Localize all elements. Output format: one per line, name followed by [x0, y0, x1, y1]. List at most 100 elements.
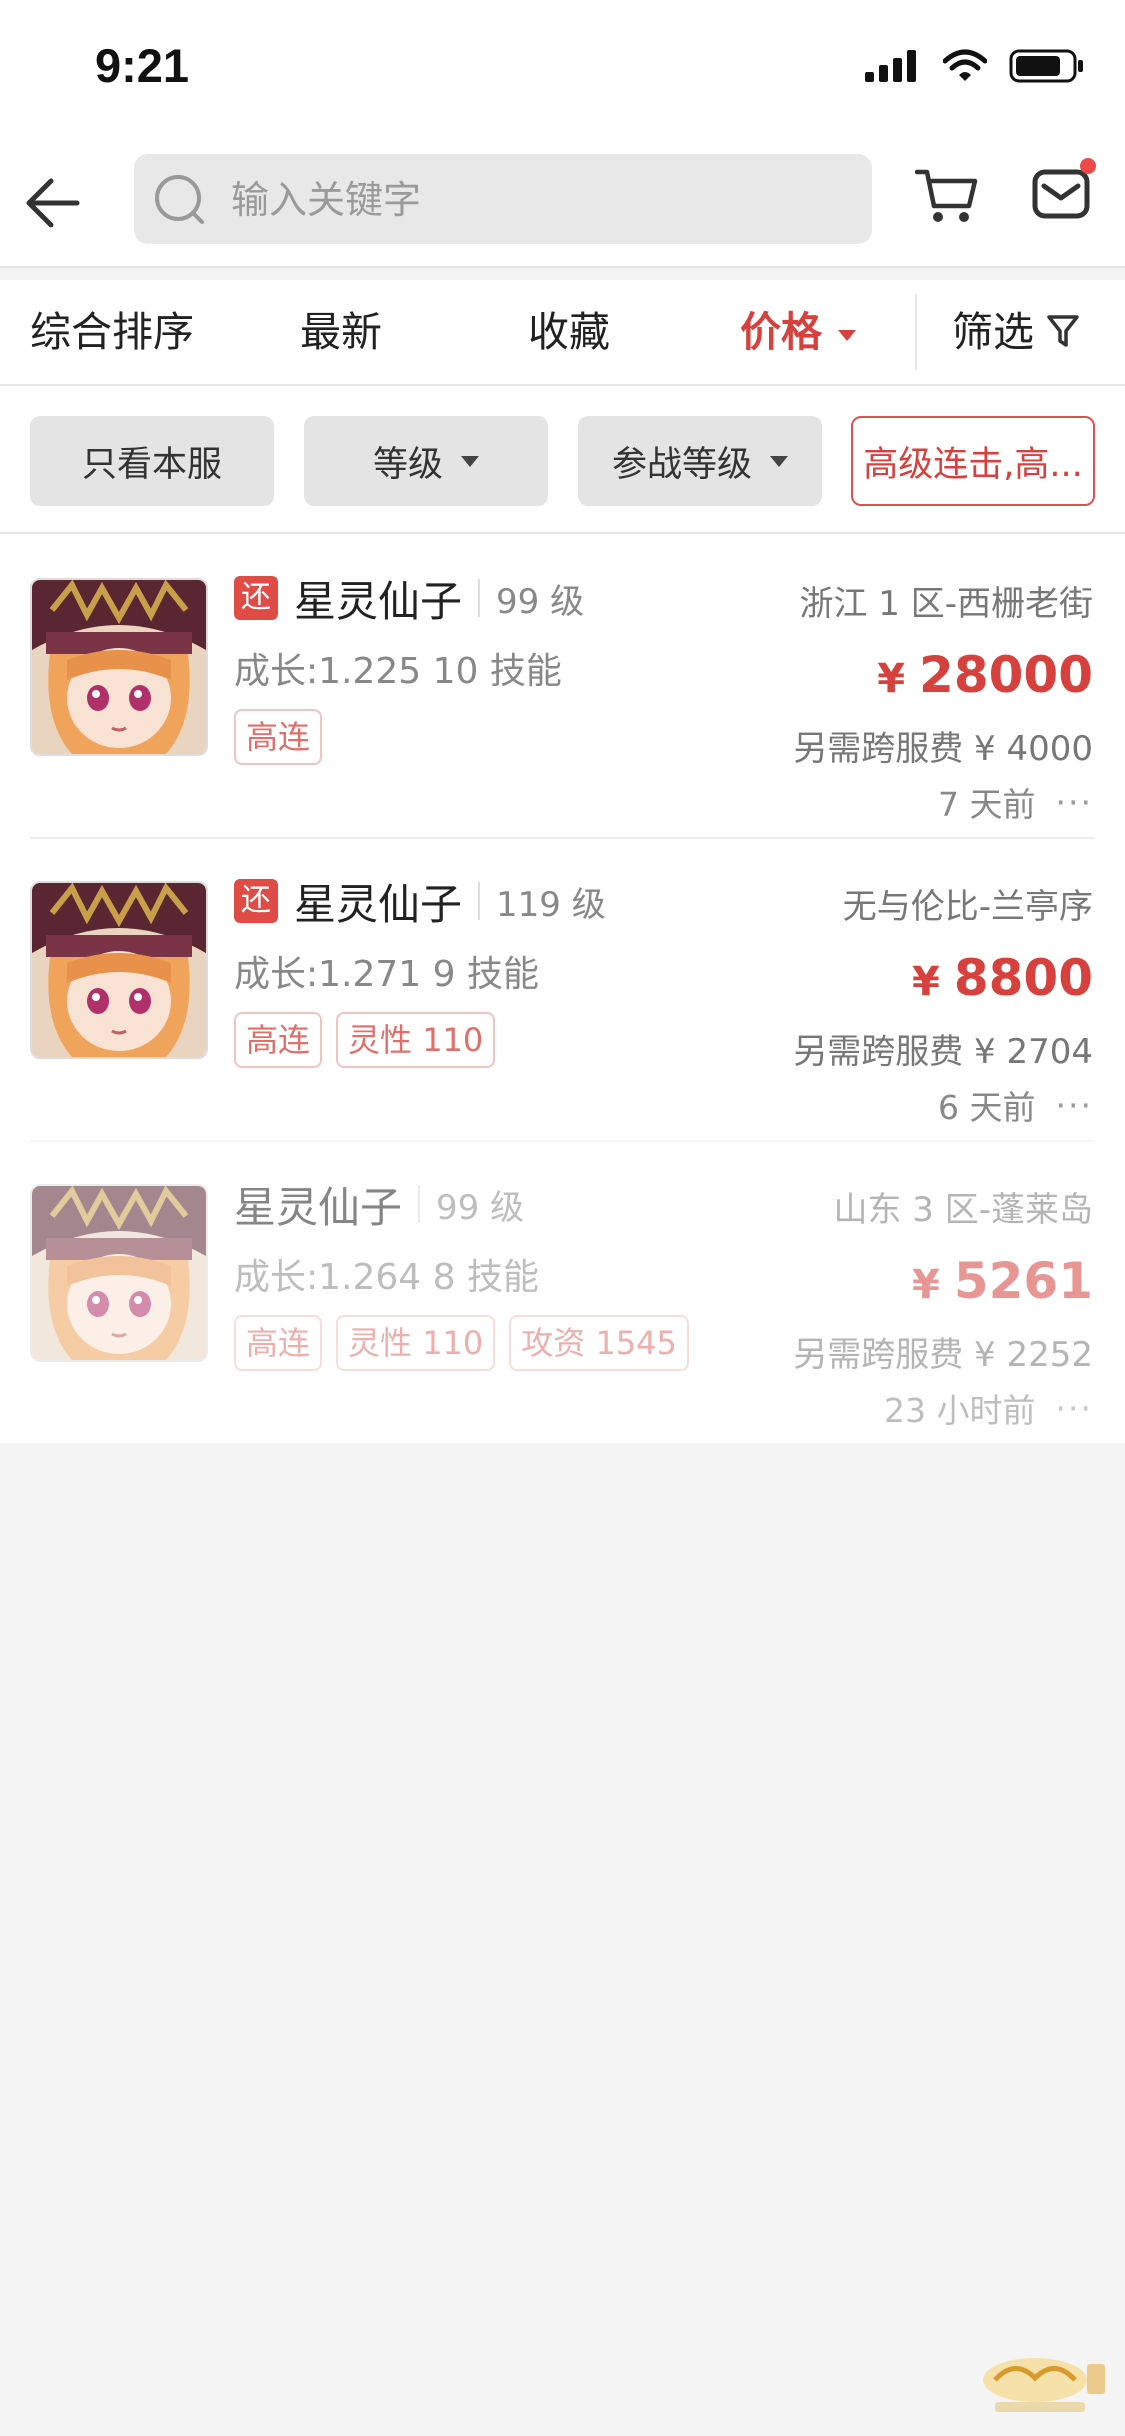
tag-list: 高连 — [234, 709, 323, 765]
divider — [478, 579, 481, 617]
tag-list: 高连 灵性 110 — [234, 1012, 496, 1068]
status-icons — [865, 48, 1085, 84]
list-item[interactable]: 还 星灵仙子 119 级 成长:1.271 9 技能 高连 灵性 110 无与伦… — [0, 837, 1125, 1140]
search-header — [0, 140, 1125, 268]
server-name: 山东 3 区-蓬莱岛 — [833, 1190, 1093, 1230]
caret-down-icon — [461, 455, 479, 467]
divider — [418, 1185, 421, 1223]
price: ¥28000 — [877, 646, 1093, 704]
name-row: 还 星灵仙子 99 级 — [234, 570, 584, 626]
more-options-button[interactable]: ··· — [1056, 1389, 1093, 1428]
pet-portrait-image — [32, 1186, 206, 1360]
more-options-button[interactable]: ··· — [1056, 783, 1093, 822]
tag: 灵性 110 — [336, 1315, 496, 1371]
status-bar: 9:21 — [0, 0, 1125, 140]
search-input[interactable] — [229, 154, 833, 246]
listed-time: 7 天前 — [938, 785, 1036, 824]
pet-level: 99 级 — [496, 581, 585, 622]
unread-badge — [1080, 158, 1096, 174]
battery-icon — [1009, 49, 1083, 83]
tag: 高连 — [234, 1315, 323, 1371]
cellular-signal-icon — [865, 50, 916, 82]
tag: 高连 — [234, 709, 323, 765]
sort-comprehensive[interactable]: 综合排序 — [30, 280, 194, 384]
sort-price-label: 价格 — [740, 308, 822, 356]
search-icon — [155, 175, 204, 224]
name-row: 星灵仙子 99 级 — [234, 1176, 524, 1232]
cross-server-fee: 另需跨服费 ¥ 4000 — [793, 729, 1093, 769]
pet-growth: 成长:1.264 8 技能 — [234, 1257, 539, 1298]
chip-advanced-skills[interactable]: 高级连击,高... — [851, 416, 1095, 506]
cross-server-fee: 另需跨服费 ¥ 2704 — [793, 1032, 1093, 1072]
price-value: 8800 — [953, 949, 1093, 1007]
sort-divider — [915, 294, 917, 370]
price-value: 5261 — [953, 1252, 1093, 1310]
more-options-button[interactable]: ··· — [1056, 1086, 1093, 1125]
return-badge: 还 — [234, 879, 278, 923]
pet-growth: 成长:1.225 10 技能 — [234, 651, 562, 692]
pet-portrait-image — [32, 580, 206, 754]
chip-this-server[interactable]: 只看本服 — [30, 416, 274, 506]
tag: 灵性 110 — [336, 1012, 496, 1068]
filter-chips: 只看本服 等级 参战等级 高级连击,高... — [0, 386, 1125, 534]
listed-time: 6 天前 — [938, 1088, 1036, 1127]
tag: 高连 — [234, 1012, 323, 1068]
listed-time: 23 小时前 — [884, 1391, 1036, 1430]
back-button[interactable] — [18, 168, 88, 238]
chip-label: 参战等级 — [611, 444, 752, 485]
pet-avatar — [30, 578, 208, 756]
name-row: 还 星灵仙子 119 级 — [234, 873, 606, 929]
shopping-cart-icon — [914, 169, 978, 222]
pet-level: 119 级 — [496, 884, 606, 925]
envelope-icon — [1032, 169, 1090, 219]
sort-price[interactable]: 价格 — [740, 280, 856, 384]
sort-newest[interactable]: 最新 — [300, 280, 382, 384]
filter-label: 筛选 — [952, 308, 1034, 356]
divider — [478, 882, 481, 920]
currency-symbol: ¥ — [911, 1262, 940, 1308]
server-name: 浙江 1 区-西栅老街 — [799, 584, 1093, 624]
search-box[interactable] — [134, 154, 872, 246]
status-time: 9:21 — [95, 39, 190, 92]
filter-button[interactable]: 筛选 — [952, 280, 1080, 384]
sort-favorites[interactable]: 收藏 — [528, 280, 610, 384]
chip-battle-level[interactable]: 参战等级 — [578, 416, 822, 506]
list-item[interactable]: 星灵仙子 99 级 成长:1.264 8 技能 高连 灵性 110 攻资 154… — [0, 1140, 1125, 1443]
pet-name: 星灵仙子 — [234, 1182, 403, 1232]
tag-list: 高连 灵性 110 攻资 1545 — [234, 1315, 689, 1371]
pet-name: 星灵仙子 — [294, 576, 463, 626]
pet-level: 99 级 — [436, 1187, 525, 1228]
chip-level[interactable]: 等级 — [304, 416, 548, 506]
tag: 攻资 1545 — [509, 1315, 689, 1371]
currency-symbol: ¥ — [911, 959, 940, 1005]
messages-button[interactable] — [1032, 158, 1096, 226]
back-arrow-icon — [26, 178, 80, 228]
time-row: 7 天前 ··· — [938, 778, 1093, 826]
watermark-logo — [983, 2358, 1105, 2412]
caret-down-icon — [770, 455, 788, 467]
chip-label: 只看本服 — [81, 444, 222, 485]
time-row: 6 天前 ··· — [938, 1081, 1093, 1129]
return-badge: 还 — [234, 576, 278, 620]
list-item[interactable]: 还 星灵仙子 99 级 成长:1.225 10 技能 高连 浙江 1 区-西栅老… — [0, 534, 1125, 837]
pet-name: 星灵仙子 — [294, 879, 463, 929]
price: ¥5261 — [912, 1252, 1093, 1310]
currency-symbol: ¥ — [877, 656, 906, 702]
wifi-icon — [943, 49, 987, 81]
pet-growth: 成长:1.271 9 技能 — [234, 954, 539, 995]
chip-label: 等级 — [372, 444, 443, 485]
listing-list: 还 星灵仙子 99 级 成长:1.225 10 技能 高连 浙江 1 区-西栅老… — [0, 534, 1125, 1443]
cart-button[interactable] — [914, 166, 979, 230]
caret-down-icon — [838, 329, 856, 341]
sort-bar: 综合排序 最新 收藏 价格 筛选 — [0, 280, 1125, 386]
pet-avatar — [30, 1184, 208, 1362]
chip-label: 高级连击,高... — [863, 444, 1083, 485]
price: ¥8800 — [912, 949, 1093, 1007]
funnel-icon — [1047, 315, 1079, 347]
server-name: 无与伦比-兰亭序 — [842, 887, 1093, 927]
cross-server-fee: 另需跨服费 ¥ 2252 — [793, 1335, 1093, 1375]
pet-portrait-image — [32, 883, 206, 1057]
pet-avatar — [30, 881, 208, 1059]
price-value: 28000 — [919, 646, 1093, 704]
time-row: 23 小时前 ··· — [884, 1384, 1093, 1432]
